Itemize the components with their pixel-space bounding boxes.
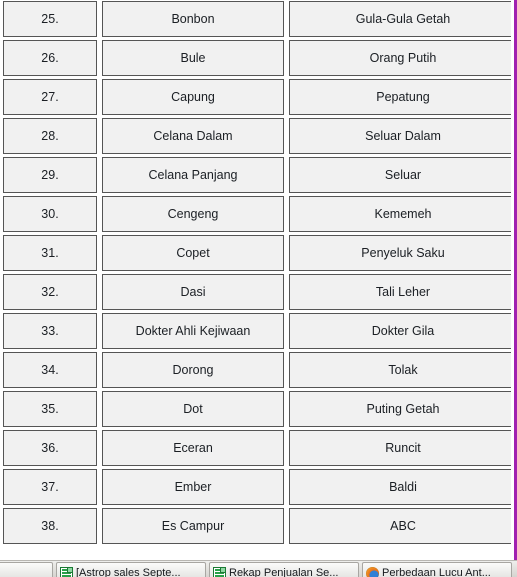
term-cell: Ember xyxy=(102,469,284,505)
row-number-cell: 29. xyxy=(3,157,97,193)
row-number-cell: 35. xyxy=(3,391,97,427)
taskbar-button-1[interactable]: un... xyxy=(0,562,53,577)
term-cell: Dokter Ahli Kejiwaan xyxy=(102,313,284,349)
table-row: 36. Eceran Runcit xyxy=(3,430,517,466)
row-number-cell: 25. xyxy=(3,1,97,37)
row-number-cell: 27. xyxy=(3,79,97,115)
indonesian-malay-word-table: 25. Bonbon Gula-Gula Getah 26. Bule Oran… xyxy=(0,0,517,547)
spreadsheet-icon xyxy=(213,566,226,577)
term-cell: Celana Dalam xyxy=(102,118,284,154)
translation-cell: Puting Getah xyxy=(289,391,517,427)
translation-cell: Kememeh xyxy=(289,196,517,232)
spreadsheet-icon xyxy=(60,566,73,577)
translation-cell: Orang Putih xyxy=(289,40,517,76)
table-row: 31. Copet Penyeluk Saku xyxy=(3,235,517,271)
row-number-cell: 38. xyxy=(3,508,97,544)
term-cell: Dot xyxy=(102,391,284,427)
table-row: 35. Dot Puting Getah xyxy=(3,391,517,427)
taskbar-button-rekap-penjualan[interactable]: Rekap Penjualan Se... xyxy=(209,562,359,577)
table-row: 26. Bule Orang Putih xyxy=(3,40,517,76)
table-row: 33. Dokter Ahli Kejiwaan Dokter Gila xyxy=(3,313,517,349)
row-number-cell: 32. xyxy=(3,274,97,310)
row-number-cell: 30. xyxy=(3,196,97,232)
term-cell: Dasi xyxy=(102,274,284,310)
taskbar-button-astrop-sales[interactable]: [Astrop sales Septe... xyxy=(56,562,206,577)
row-number-cell: 34. xyxy=(3,352,97,388)
row-number-cell: 33. xyxy=(3,313,97,349)
taskbar-button-2-label: [Astrop sales Septe... xyxy=(76,567,181,577)
translation-cell: Tali Leher xyxy=(289,274,517,310)
translation-cell: Pepatung xyxy=(289,79,517,115)
taskbar-button-perbedaan-lucu[interactable]: Perbedaan Lucu Ant... xyxy=(362,562,512,577)
taskbar-button-4-label: Perbedaan Lucu Ant... xyxy=(382,567,491,577)
translation-cell: Gula-Gula Getah xyxy=(289,1,517,37)
table-row: 28. Celana Dalam Seluar Dalam xyxy=(3,118,517,154)
translation-cell: Baldi xyxy=(289,469,517,505)
translation-cell: Seluar xyxy=(289,157,517,193)
row-number-cell: 26. xyxy=(3,40,97,76)
table-row: 37. Ember Baldi xyxy=(3,469,517,505)
term-cell: Eceran xyxy=(102,430,284,466)
term-cell: Cengeng xyxy=(102,196,284,232)
taskbar-button-1-label: un... xyxy=(0,567,47,577)
translation-cell: Dokter Gila xyxy=(289,313,517,349)
taskbar[interactable]: un... [Astrop sales Septe... Rekap Penju… xyxy=(0,560,517,577)
term-cell: Celana Panjang xyxy=(102,157,284,193)
term-cell: Bonbon xyxy=(102,1,284,37)
taskbar-button-3-label: Rekap Penjualan Se... xyxy=(229,567,339,577)
translation-cell: Tolak xyxy=(289,352,517,388)
table-row: 32. Dasi Tali Leher xyxy=(3,274,517,310)
table-row: 27. Capung Pepatung xyxy=(3,79,517,115)
term-cell: Dorong xyxy=(102,352,284,388)
term-cell: Copet xyxy=(102,235,284,271)
firefox-icon xyxy=(366,566,379,577)
translation-cell: Runcit xyxy=(289,430,517,466)
table-row: 34. Dorong Tolak xyxy=(3,352,517,388)
row-number-cell: 31. xyxy=(3,235,97,271)
document-viewport[interactable]: 25. Bonbon Gula-Gula Getah 26. Bule Oran… xyxy=(0,0,517,560)
translation-cell: Seluar Dalam xyxy=(289,118,517,154)
table-row: 38. Es Campur ABC xyxy=(3,508,517,544)
translation-cell: Penyeluk Saku xyxy=(289,235,517,271)
table-body: 25. Bonbon Gula-Gula Getah 26. Bule Oran… xyxy=(3,1,517,544)
term-cell: Bule xyxy=(102,40,284,76)
term-cell: Es Campur xyxy=(102,508,284,544)
term-cell: Capung xyxy=(102,79,284,115)
table-row: 29. Celana Panjang Seluar xyxy=(3,157,517,193)
table-row: 25. Bonbon Gula-Gula Getah xyxy=(3,1,517,37)
row-number-cell: 36. xyxy=(3,430,97,466)
row-number-cell: 28. xyxy=(3,118,97,154)
table-row: 30. Cengeng Kememeh xyxy=(3,196,517,232)
translation-cell: ABC xyxy=(289,508,517,544)
row-number-cell: 37. xyxy=(3,469,97,505)
